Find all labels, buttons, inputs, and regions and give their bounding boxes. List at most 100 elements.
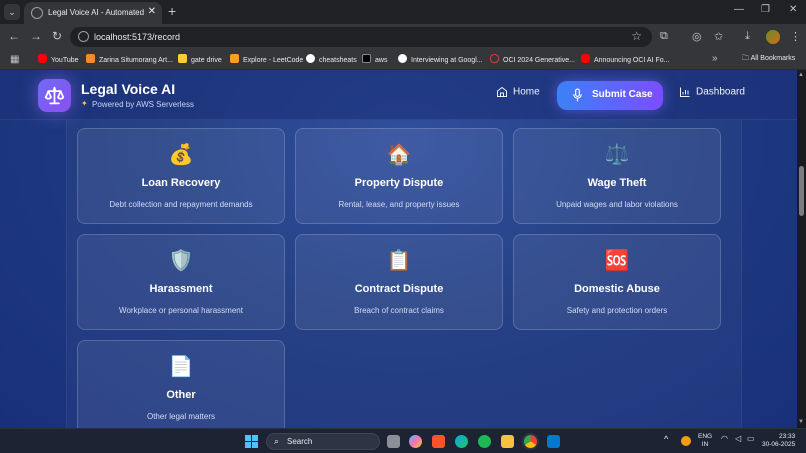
nav-home[interactable]: Home [496,86,540,104]
taskbar-search[interactable]: ⌕ Search [266,433,380,450]
scroll-down-icon[interactable]: ▼ [798,419,804,425]
back-icon[interactable]: ← [8,29,20,43]
wifi-icon[interactable]: ◠ [721,434,728,443]
new-tab-icon[interactable]: + [168,3,176,19]
tab-title: Legal Voice AI - Automated Legal [48,8,144,17]
category-description: Debt collection and repayment demands [109,200,253,209]
task-view-icon[interactable] [387,435,400,448]
taskbar-search-label: Search [287,437,313,446]
vscode-icon[interactable] [547,435,560,448]
aws-icon [362,54,371,63]
youtube-icon [581,54,590,63]
edge-browser-icon[interactable] [455,435,468,448]
bookmark-zarina[interactable]: Zarina Situmorang Art... [86,54,173,66]
scales-logo-icon [44,86,65,105]
category-card-property-dispute[interactable]: 🏠 Property Dispute Rental, lease, and pr… [295,128,503,224]
download-icon[interactable]: ⤓ [745,30,750,43]
window-close-icon[interactable]: ✕ [789,4,797,15]
category-description: Other legal matters [146,412,216,421]
brave-browser-icon[interactable] [432,435,445,448]
spotify-icon[interactable] [478,435,491,448]
bookmark-star-icon[interactable]: ☆ [631,29,642,43]
category-card-other[interactable]: 📄 Other Other legal matters [77,340,285,428]
category-card-domestic-abuse[interactable]: 🆘 Domestic Abuse Safety and protection o… [513,234,721,330]
category-description: Breach of contract claims [354,306,444,315]
copilot-icon[interactable] [409,435,422,448]
bookmarks-manager-icon[interactable]: ✩ [714,30,723,43]
category-title: Other [166,389,196,401]
app-subtitle: Powered by AWS Serverless [92,100,194,109]
category-description: Safety and protection orders [566,306,668,315]
nav-dashboard[interactable]: Dashboard [679,86,745,104]
bookmark-oci-generative[interactable]: OCI 2024 Generative... [490,54,575,66]
windows-start-icon[interactable] [245,435,258,448]
category-title: Harassment [149,283,213,295]
oracle-icon [490,54,499,63]
language-indicator[interactable]: ENG IN [698,433,712,449]
forward-icon[interactable]: → [30,29,42,43]
system-clock[interactable]: 23:33 30-06-2025 [762,433,795,449]
shield-icon: 🛡️ [168,250,194,272]
drive-icon [178,54,187,63]
bookmark-google-interview[interactable]: Interviewing at Googl... [398,54,483,66]
category-title: Contract Dispute [354,283,444,295]
scroll-up-icon[interactable]: ▲ [798,72,804,78]
minimize-icon[interactable]: — [734,4,744,15]
nav-submit-case[interactable]: Submit Case [557,81,663,110]
bookmark-cheatsheats[interactable]: cheatsheats [306,54,357,66]
sos-icon: 🆘 [604,250,630,272]
bookmark-gate-drive[interactable]: gate drive [178,54,222,66]
clipboard-icon: 📋 [386,250,412,272]
browser-tab-strip: ⌄ Legal Voice AI - Automated Legal ✕ + —… [0,0,806,24]
leetcode-icon [230,54,239,63]
bookmark-oci-ai[interactable]: Announcing OCI AI Fo... [581,54,670,66]
zarina-bookmark-icon [86,54,95,63]
folder-icon: 🗀 [742,55,751,62]
address-url: localhost:5173/record [94,32,181,42]
bookmarks-overflow-icon[interactable]: » [712,53,718,64]
category-description: Unpaid wages and labor violations [556,200,678,209]
apps-grid-icon[interactable]: ▦ [10,54,19,65]
site-info-icon[interactable] [78,31,89,42]
category-card-contract-dispute[interactable]: 📋 Contract Dispute Breach of contract cl… [295,234,503,330]
cheatsheats-icon [306,54,315,63]
volume-icon[interactable]: ◁ [735,434,741,443]
tab-close-icon[interactable]: ✕ [148,6,156,17]
category-card-wage-theft[interactable]: ⚖️ Wage Theft Unpaid wages and labor vio… [513,128,721,224]
battery-icon[interactable]: ▭ [747,434,755,443]
file-explorer-icon[interactable] [501,435,514,448]
bookmark-leetcode[interactable]: Explore - LeetCode [230,54,303,66]
bookmark-aws[interactable]: aws [362,54,387,66]
tab-search-menu-icon[interactable]: ⌄ [4,4,20,20]
profile-avatar[interactable] [766,30,780,44]
all-bookmarks-folder[interactable]: 🗀 All Bookmarks [742,54,795,65]
app-logo[interactable] [38,79,71,112]
category-card-harassment[interactable]: 🛡️ Harassment Workplace or personal hara… [77,234,285,330]
restore-icon[interactable]: ❐ [761,4,770,15]
browser-tab-active[interactable]: Legal Voice AI - Automated Legal ✕ [24,2,162,24]
bookmark-youtube[interactable]: YouTube [38,54,79,66]
category-title: Domestic Abuse [574,283,660,295]
search-icon: ⌕ [274,436,280,446]
incognito-icon[interactable]: ◎ [692,30,702,43]
tray-app-icon[interactable] [681,436,691,446]
address-bar[interactable]: localhost:5173/record ☆ [70,27,652,47]
scrollbar-thumb[interactable] [799,166,804,216]
bookmarks-bar: ▦ YouTube Zarina Situmorang Art... gate … [0,50,806,70]
document-icon: 📄 [168,356,194,378]
page-scrollbar[interactable]: ▲ ▼ [797,70,806,428]
clock-time: 23:33 [778,433,796,440]
category-card-loan-recovery[interactable]: 💰 Loan Recovery Debt collection and repa… [77,128,285,224]
browser-menu-icon[interactable]: ⋮ [790,30,801,43]
chrome-taskbar-icon[interactable] [524,435,537,448]
page-viewport: Legal Voice AI ✦ Powered by AWS Serverle… [0,70,806,428]
reload-icon[interactable]: ↻ [52,29,62,43]
tray-overflow-icon[interactable]: ^ [664,434,668,444]
category-title: Wage Theft [587,177,647,189]
app-title: Legal Voice AI [81,81,176,97]
category-description: Rental, lease, and property issues [338,200,460,209]
nav-submit-case-label: Submit Case [592,89,653,100]
extensions-icon[interactable]: ⧉ [660,30,668,43]
browser-toolbar: ← → ↻ localhost:5173/record ☆ ⧉ ◎ ✩ ⤓ ⋮ [0,24,806,50]
category-title: Loan Recovery [141,177,221,189]
